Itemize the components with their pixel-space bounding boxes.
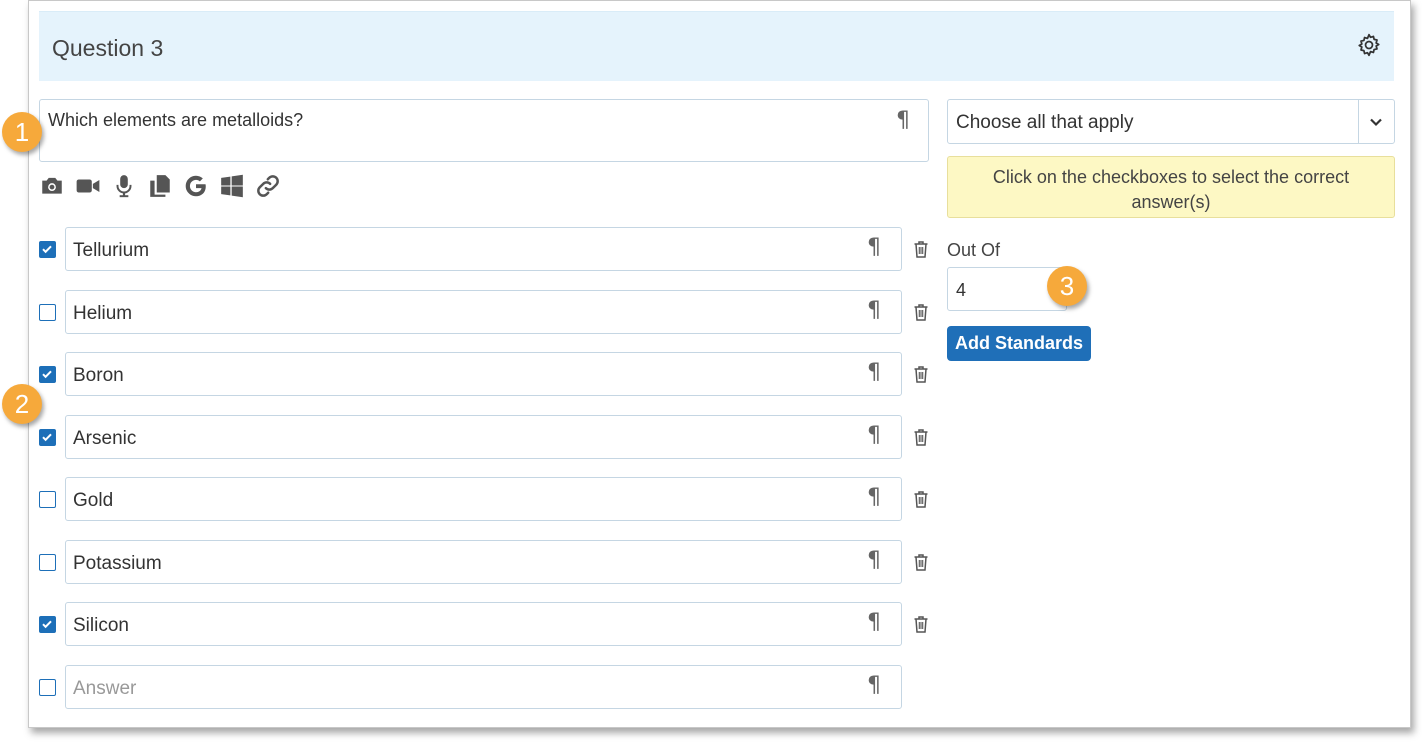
answer-input[interactable]: Boron ¶ (65, 352, 902, 396)
question-card: Question 3 Which elements are metalloids… (28, 0, 1411, 728)
check-icon (42, 620, 52, 629)
callout-3: 3 (1047, 266, 1087, 306)
trash-icon[interactable] (913, 240, 929, 258)
answer-label: Boron (73, 365, 124, 386)
question-type-select[interactable]: Choose all that apply (947, 99, 1395, 144)
answer-checkbox[interactable] (39, 491, 56, 508)
paragraph-icon[interactable]: ¶ (867, 673, 881, 698)
select-divider (1358, 100, 1359, 143)
answer-input[interactable]: Answer ¶ (65, 665, 902, 709)
question-header: Question 3 (39, 11, 1394, 81)
answer-checkbox[interactable] (39, 241, 56, 258)
trash-icon[interactable] (913, 428, 929, 446)
paragraph-icon[interactable]: ¶ (867, 610, 881, 635)
answer-row: Potassium ¶ (39, 540, 934, 584)
paragraph-icon[interactable]: ¶ (867, 298, 881, 323)
new-answer-row: Answer ¶ (39, 665, 934, 709)
answer-input[interactable]: Potassium ¶ (65, 540, 902, 584)
answer-label: Potassium (73, 553, 162, 574)
trash-icon[interactable] (913, 615, 929, 633)
answer-input[interactable]: Gold ¶ (65, 477, 902, 521)
answer-input[interactable]: Arsenic ¶ (65, 415, 902, 459)
add-standards-button[interactable]: Add Standards (947, 326, 1091, 361)
question-title: Question 3 (52, 35, 164, 61)
check-icon (42, 433, 52, 442)
answer-checkbox[interactable] (39, 429, 56, 446)
microphone-icon[interactable] (111, 173, 137, 199)
answer-label: Helium (73, 303, 133, 324)
answer-label: Tellurium (73, 240, 150, 261)
paragraph-icon[interactable]: ¶ (867, 235, 881, 260)
question-text-input[interactable]: Which elements are metalloids? ¶ (39, 99, 929, 162)
answer-placeholder: Answer (73, 678, 137, 699)
answer-label: Silicon (73, 615, 129, 636)
callout-1: 1 (2, 112, 42, 152)
out-of-value: 4 (956, 280, 967, 300)
answer-row: Silicon ¶ (39, 602, 934, 646)
answer-checkbox[interactable] (39, 616, 56, 633)
answer-row: Gold ¶ (39, 477, 934, 521)
question-type-value: Choose all that apply (956, 112, 1134, 133)
google-icon[interactable] (183, 173, 209, 199)
answer-row: Arsenic ¶ (39, 415, 934, 459)
answer-row: Tellurium ¶ (39, 227, 934, 271)
instruction-hint: Click on the checkboxes to select the co… (947, 156, 1395, 218)
answer-input[interactable]: Silicon ¶ (65, 602, 902, 646)
chevron-down-icon[interactable] (1366, 112, 1386, 132)
trash-icon[interactable] (913, 490, 929, 508)
trash-icon[interactable] (913, 365, 929, 383)
answer-input[interactable]: Helium ¶ (65, 290, 902, 334)
answer-label: Gold (73, 490, 114, 511)
windows-icon[interactable] (219, 173, 245, 199)
paragraph-icon[interactable]: ¶ (867, 360, 881, 385)
paragraph-icon[interactable]: ¶ (867, 485, 881, 510)
paragraph-icon[interactable]: ¶ (867, 423, 881, 448)
callout-2: 2 (2, 384, 42, 424)
answer-checkbox[interactable] (39, 679, 56, 696)
trash-icon[interactable] (913, 553, 929, 571)
question-text: Which elements are metalloids? (48, 110, 304, 130)
answer-checkbox[interactable] (39, 366, 56, 383)
answer-checkbox[interactable] (39, 554, 56, 571)
paragraph-icon[interactable]: ¶ (896, 108, 910, 133)
video-icon[interactable] (75, 173, 101, 199)
out-of-label: Out Of (947, 240, 1001, 260)
check-icon (42, 245, 52, 254)
trash-icon[interactable] (913, 303, 929, 321)
check-icon (42, 370, 52, 379)
answer-row: Boron ¶ (39, 352, 934, 396)
answer-label: Arsenic (73, 428, 137, 449)
answer-row: Helium ¶ (39, 290, 934, 334)
answer-input[interactable]: Tellurium ¶ (65, 227, 902, 271)
media-toolbar (39, 172, 291, 200)
camera-icon[interactable] (39, 173, 65, 199)
link-icon[interactable] (255, 173, 281, 199)
gear-icon[interactable] (1356, 32, 1382, 58)
answer-checkbox[interactable] (39, 304, 56, 321)
copy-icon[interactable] (147, 173, 173, 199)
paragraph-icon[interactable]: ¶ (867, 548, 881, 573)
